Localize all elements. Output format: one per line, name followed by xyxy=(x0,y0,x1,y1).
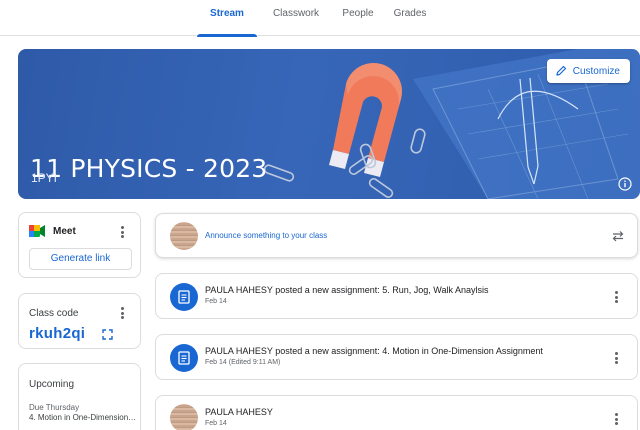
post-date: Feb 14 (Edited 9:11 AM) xyxy=(205,359,281,366)
generate-link-button[interactable]: Generate link xyxy=(29,248,132,270)
upcoming-title: Upcoming xyxy=(29,379,75,390)
meet-icon xyxy=(29,225,45,237)
class-code-label: Class code xyxy=(29,308,79,319)
class-banner: Customize 11 PHYSICS - 2023 1PYI xyxy=(18,49,640,199)
info-icon[interactable] xyxy=(618,177,632,191)
avatar xyxy=(170,404,198,430)
class-tabs: Stream Classwork People Grades xyxy=(0,0,640,37)
class-title: 11 PHYSICS - 2023 xyxy=(30,154,268,183)
customize-button[interactable]: Customize xyxy=(546,59,630,83)
meet-header: Meet xyxy=(29,225,76,237)
post-title: PAULA HAHESY posted a new assignment: 4.… xyxy=(205,346,543,356)
class-code-more-icon[interactable] xyxy=(116,306,128,320)
tab-people[interactable]: People xyxy=(335,0,381,36)
post-more-icon[interactable] xyxy=(610,351,622,365)
meet-label: Meet xyxy=(53,225,76,237)
pencil-icon xyxy=(556,65,566,76)
post-more-icon[interactable] xyxy=(610,412,622,426)
repost-icon[interactable] xyxy=(611,229,625,243)
meet-card: Meet Generate link xyxy=(18,212,141,278)
class-code-value: rkuh2qi xyxy=(29,325,86,342)
customize-label: Customize xyxy=(572,65,620,77)
upcoming-due: Due Thursday xyxy=(29,403,80,412)
tab-grades[interactable]: Grades xyxy=(388,0,432,36)
upcoming-item-link[interactable]: 4. Motion in One-Dimension Assignment xyxy=(29,413,137,422)
post-more-icon[interactable] xyxy=(610,290,622,304)
announce-placeholder: Announce something to your class xyxy=(205,231,328,240)
assignment-icon xyxy=(170,344,198,372)
tab-stream[interactable]: Stream xyxy=(197,0,257,37)
fullscreen-icon[interactable] xyxy=(102,329,113,340)
announce-box[interactable]: Announce something to your class xyxy=(155,213,638,258)
stream-post[interactable]: PAULA HAHESY posted a new assignment: 5.… xyxy=(155,273,638,319)
post-title: PAULA HAHESY posted a new assignment: 5.… xyxy=(205,285,489,295)
meet-more-icon[interactable] xyxy=(116,225,128,239)
class-section: 1PYI xyxy=(31,171,58,185)
assignment-icon xyxy=(170,283,198,311)
avatar xyxy=(170,222,198,250)
upcoming-card: Upcoming Due Thursday 4. Motion in One-D… xyxy=(18,363,141,430)
post-date: Feb 14 xyxy=(205,420,227,427)
stream-post[interactable]: PAULA HAHESY Feb 14 xyxy=(155,395,638,430)
class-code-card: Class code rkuh2qi xyxy=(18,293,141,349)
post-date: Feb 14 xyxy=(205,298,227,305)
tab-classwork[interactable]: Classwork xyxy=(268,0,324,36)
stream-post[interactable]: PAULA HAHESY posted a new assignment: 4.… xyxy=(155,334,638,380)
post-author: PAULA HAHESY xyxy=(205,407,273,417)
